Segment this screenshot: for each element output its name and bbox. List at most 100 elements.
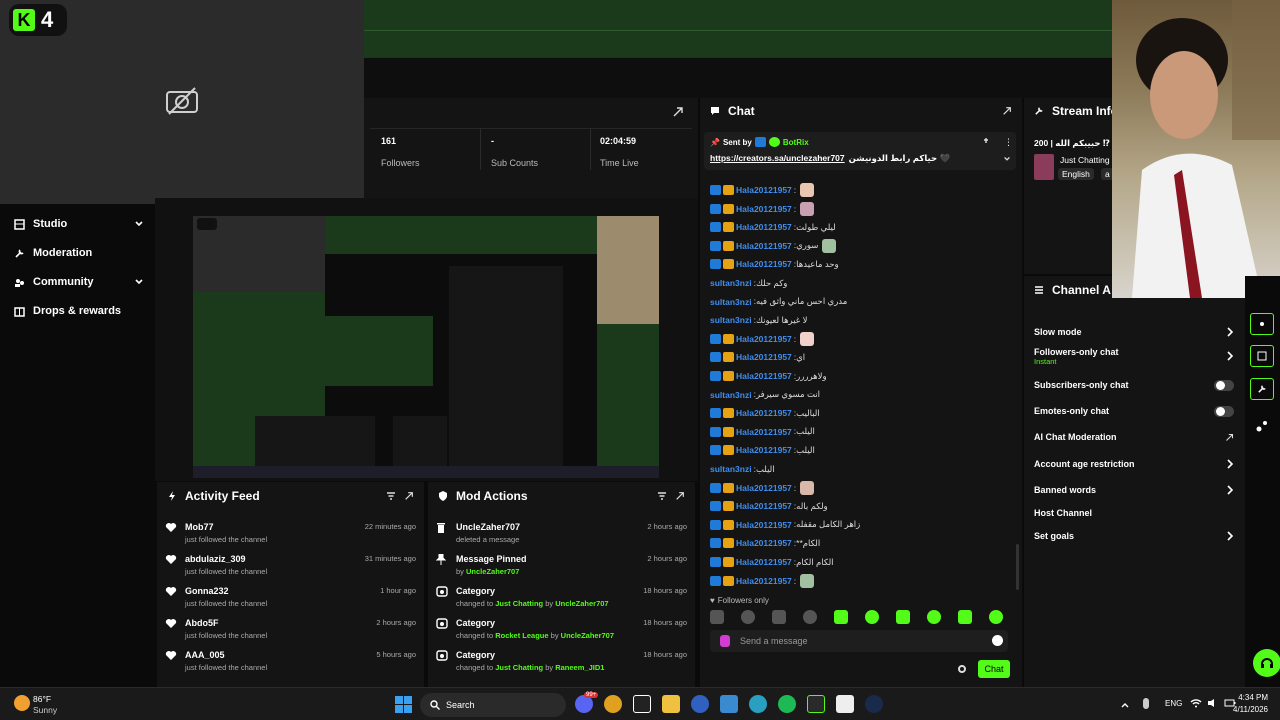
chat-message[interactable]: Hala20121957: — [710, 182, 815, 198]
chat-username[interactable]: sultan3nzi — [710, 390, 752, 400]
emote-icon[interactable] — [896, 610, 910, 624]
emote-icon[interactable] — [834, 610, 848, 624]
feed-user[interactable]: AAA_005 — [185, 650, 225, 660]
feed-user[interactable]: Mob77 — [185, 522, 214, 532]
spotify-icon[interactable] — [778, 695, 796, 713]
unpin-icon[interactable] — [982, 138, 990, 146]
sidebar-item-moderation[interactable]: Moderation — [14, 242, 144, 264]
chat-username[interactable]: sultan3nzi — [710, 315, 752, 325]
pinned-link[interactable]: https://creators.sa/unclezaher707 — [710, 153, 845, 164]
chat-message[interactable]: Hala20121957:اي — [710, 349, 805, 365]
activity-feed-row[interactable]: Mob77 just followed the channel 22 minutes… — [165, 520, 416, 550]
emote-icon[interactable] — [710, 610, 724, 624]
filter-icon[interactable] — [657, 491, 667, 501]
chat-input[interactable]: Send a message — [710, 630, 1008, 652]
chat-username[interactable]: Hala20121957 — [736, 371, 792, 381]
store-icon[interactable] — [720, 695, 738, 713]
apps-icon[interactable] — [1256, 420, 1268, 432]
mod-action-actor[interactable]: Raneem_JID1 — [555, 663, 604, 672]
mod-action-row[interactable]: UncleZaher707 deleted a message 2 hours ag… — [436, 520, 687, 550]
activity-feed-row[interactable]: abdulaziz_309 just followed the channel 31… — [165, 552, 416, 582]
mod-action-row[interactable]: Message Pinned by UncleZaher707 2 hours ag… — [436, 552, 687, 582]
epic-icon[interactable] — [633, 695, 651, 713]
channel-action-ai-chat-moderation[interactable]: AI Chat Moderation — [1034, 427, 1234, 447]
mod-action-row[interactable]: Category changed to Just Chatting by Uncl… — [436, 584, 687, 614]
sidebar-item-community[interactable]: Community — [14, 271, 144, 293]
mod-action-target[interactable]: Rocket League — [495, 631, 548, 640]
activity-feed-row[interactable]: Abdo5F just followed the channel 2 hours a… — [165, 616, 416, 646]
chat-username[interactable]: Hala20121957 — [736, 427, 792, 437]
mod-action-actor[interactable]: UncleZaher707 — [561, 631, 614, 640]
wrench-icon[interactable] — [1250, 378, 1274, 400]
chat-username[interactable]: Hala20121957 — [736, 259, 792, 269]
chat-scrollbar[interactable] — [1016, 544, 1019, 590]
file-explorer-icon[interactable] — [662, 695, 680, 713]
help-button[interactable] — [1253, 649, 1280, 677]
chat-message[interactable]: Hala20121957: — [710, 573, 815, 589]
chat-username[interactable]: Hala20121957 — [736, 576, 792, 586]
emote-icon[interactable] — [803, 610, 817, 624]
chevron-right-icon[interactable] — [1226, 485, 1234, 495]
ea-icon[interactable] — [691, 695, 709, 713]
chat-username[interactable]: Hala20121957 — [736, 185, 792, 195]
filter-icon[interactable] — [386, 491, 396, 501]
more-icon[interactable]: ⋮ — [1004, 137, 1013, 148]
chat-message[interactable]: Hala20121957:الباليب — [710, 405, 820, 421]
kick-logo[interactable]: K 4 — [9, 4, 67, 36]
feed-user[interactable]: abdulaziz_309 — [185, 554, 246, 564]
chat-message[interactable]: Hala20121957:وحد ماعيدها — [710, 256, 839, 272]
chat-username[interactable]: Hala20121957 — [736, 241, 792, 251]
speaker-icon[interactable] — [1207, 698, 1219, 708]
weather-icon[interactable] — [14, 695, 30, 711]
mod-action-row[interactable]: Category changed to Just Chatting by Rane… — [436, 648, 687, 678]
taskbar-search[interactable]: Search — [420, 693, 566, 717]
chat-message[interactable]: Hala20121957:الكام الكام — [710, 554, 834, 570]
chat-message[interactable]: Hala20121957: — [710, 480, 815, 496]
chrome-icon[interactable] — [604, 695, 622, 713]
language-indicator[interactable]: ENG — [1165, 699, 1182, 708]
activity-feed-row[interactable]: AAA_005 just followed the channel 5 hours … — [165, 648, 416, 678]
chat-message[interactable]: Hala20121957:**الكام — [710, 535, 820, 551]
chat-message[interactable]: sultan3nzi:اليلب — [710, 461, 775, 477]
mod-action-target[interactable]: Just Chatting — [495, 663, 543, 672]
sidebar-item-studio[interactable]: Studio — [14, 213, 144, 235]
chat-message[interactable]: sultan3nzi:مدري احس ماني واثق فيه — [710, 294, 847, 310]
feed-user[interactable]: Abdo5F — [185, 618, 219, 628]
chat-message[interactable]: Hala20121957:ليلي طولت — [710, 219, 836, 235]
chat-username[interactable]: Hala20121957 — [736, 557, 792, 567]
emote-icon[interactable] — [958, 610, 972, 624]
channel-action-host-channel[interactable]: Host Channel — [1034, 503, 1234, 523]
chevron-right-icon[interactable] — [1226, 351, 1234, 361]
edge-icon[interactable] — [749, 695, 767, 713]
send-chat-button[interactable]: Chat — [978, 660, 1010, 678]
chat-message[interactable]: Hala20121957: — [710, 201, 815, 217]
mic-icon[interactable] — [720, 635, 730, 647]
chat-message[interactable]: Hala20121957:زاهر الكامل مقفله — [710, 517, 860, 533]
wifi-icon[interactable] — [1190, 698, 1202, 708]
channel-action-banned-words[interactable]: Banned words — [1034, 480, 1234, 500]
channel-action-set-goals[interactable]: Set goals — [1034, 526, 1234, 546]
chevron-up-icon[interactable] — [1120, 700, 1130, 710]
chat-username[interactable]: sultan3nzi — [710, 278, 752, 288]
chevron-down-icon[interactable] — [1003, 155, 1011, 163]
chat-username[interactable]: sultan3nzi — [710, 297, 752, 307]
popout-icon[interactable] — [675, 491, 685, 501]
chat-username[interactable]: Hala20121957 — [736, 538, 792, 548]
emote-icon[interactable] — [772, 610, 786, 624]
steam-icon[interactable] — [865, 695, 883, 713]
chat-message[interactable]: Hala20121957:سوري — [710, 238, 837, 254]
chat-username[interactable]: Hala20121957 — [736, 445, 792, 455]
chat-message[interactable]: Hala20121957:اليلب — [710, 424, 815, 440]
emote-icon[interactable] — [989, 610, 1003, 624]
feed-user[interactable]: Gonna232 — [185, 586, 229, 596]
channel-action-subscribers-only-chat[interactable]: Subscribers-only chat — [1034, 375, 1234, 395]
mod-action-row[interactable]: Category changed to Rocket League by Uncl… — [436, 616, 687, 646]
chat-message[interactable]: sultan3nzi:انت مسوي سيرفر — [710, 387, 820, 403]
clock-time[interactable]: 4:34 PM — [1238, 693, 1268, 702]
obs-icon[interactable] — [807, 695, 825, 713]
emote-icon[interactable] — [741, 610, 755, 624]
gear-icon[interactable] — [957, 664, 967, 674]
popout-icon[interactable] — [404, 491, 414, 501]
channel-action-account-age-restriction[interactable]: Account age restriction — [1034, 454, 1234, 474]
chevron-right-icon[interactable] — [1226, 327, 1234, 337]
